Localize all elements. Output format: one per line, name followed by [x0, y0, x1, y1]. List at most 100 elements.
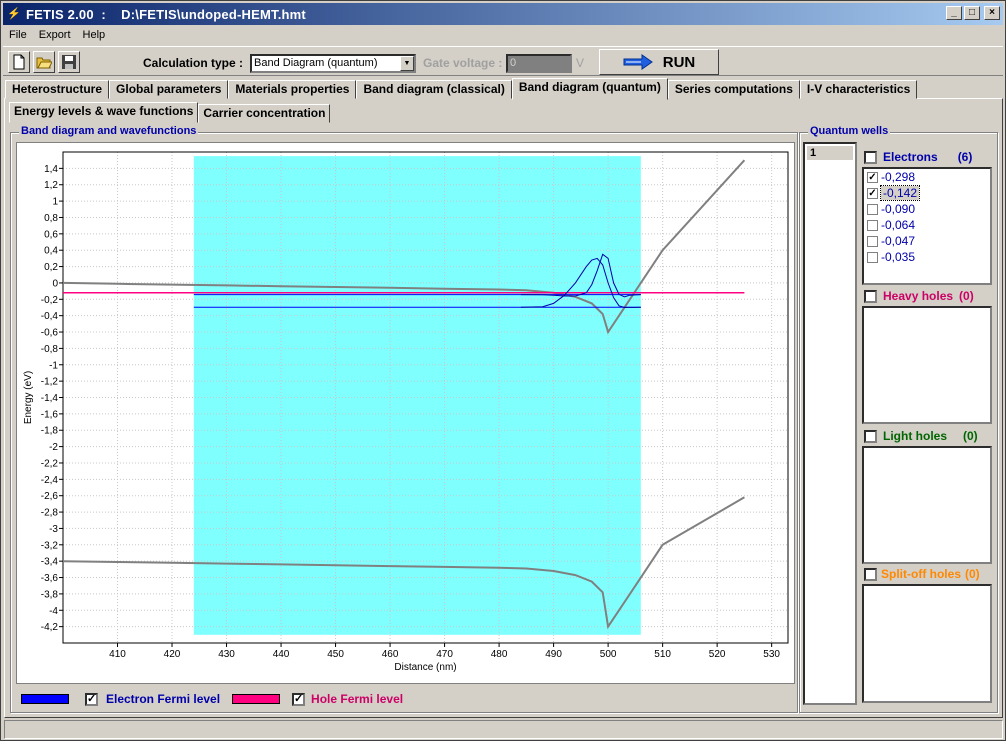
electrons-checkbox[interactable]	[864, 150, 877, 164]
save-button[interactable]	[58, 51, 80, 73]
heavy-holes-list	[862, 306, 992, 424]
menu-bar: File Export Help	[3, 26, 111, 44]
y-tick-label: -4	[49, 606, 58, 617]
y-tick-label: -3	[49, 524, 58, 535]
status-bar	[4, 720, 1003, 739]
electron-level-row[interactable]: -0,047	[864, 233, 990, 249]
y-tick-label: 1	[52, 197, 58, 208]
split-off-holes-section: Split-off holes (0)	[862, 564, 992, 703]
tab-energy-levels[interactable]: Energy levels & wave functions	[9, 102, 199, 123]
y-tick-label: 0,6	[44, 229, 58, 240]
tab-band-diagram-classical[interactable]: Band diagram (classical)	[356, 80, 512, 99]
light-holes-section: Light holes (0)	[862, 426, 992, 564]
y-tick-label: -2	[49, 442, 58, 453]
x-tick-label: 530	[763, 649, 780, 660]
electron-level-row[interactable]: ✓ -0,142	[864, 185, 990, 201]
sub-tabs: Energy levels & wave functions Carrier c…	[9, 102, 331, 123]
tab-carrier-concentration[interactable]: Carrier concentration	[198, 104, 331, 123]
split-off-holes-checkbox[interactable]	[864, 567, 877, 581]
tab-materials-properties[interactable]: Materials properties	[228, 80, 357, 99]
chevron-down-icon[interactable]: ▼	[400, 56, 414, 71]
light-holes-checkbox[interactable]	[864, 429, 877, 443]
electron-level-row[interactable]: -0,064	[864, 217, 990, 233]
electron-fermi-checkbox[interactable]: ✓	[85, 692, 98, 706]
run-button[interactable]: RUN	[599, 49, 719, 75]
main-tabs: Heterostructure Global parameters Materi…	[5, 78, 918, 100]
y-tick-label: -3,6	[41, 573, 59, 584]
x-tick-label: 450	[327, 649, 344, 660]
level-checkbox[interactable]	[867, 203, 878, 215]
level-checkbox[interactable]	[867, 235, 878, 247]
calculation-type-value: Band Diagram (quantum)	[254, 57, 378, 69]
y-tick-label: -2,8	[41, 508, 59, 519]
y-tick-label: -2,4	[41, 475, 59, 486]
electron-level-row[interactable]: -0,090	[864, 201, 990, 217]
y-tick-label: 0	[52, 278, 58, 289]
menu-help[interactable]: Help	[77, 29, 112, 41]
title-bar: ⚡ FETIS 2.00 : D:\FETIS\undoped-HEMT.hmt…	[3, 3, 1003, 25]
electron-levels-list: ✓ -0,298 ✓ -0,142 -0,090 -0,064 -0,047 -0,…	[862, 167, 992, 285]
calculation-type-label: Calculation type :	[143, 56, 244, 70]
y-tick-label: -4,2	[41, 622, 59, 633]
x-tick-label: 470	[436, 649, 453, 660]
level-checkbox[interactable]	[867, 219, 878, 231]
maximize-button[interactable]: □	[964, 6, 980, 20]
split-off-holes-label: Split-off holes	[881, 567, 961, 581]
electrons-label: Electrons	[883, 150, 938, 164]
level-checkbox[interactable]	[867, 251, 878, 263]
hole-fermi-checkbox[interactable]: ✓	[292, 692, 306, 706]
x-tick-label: 480	[491, 649, 508, 660]
light-holes-list	[862, 446, 992, 564]
new-file-button[interactable]	[8, 51, 30, 73]
x-tick-label: 490	[545, 649, 562, 660]
electron-fermi-label: Electron Fermi level	[106, 692, 221, 706]
band-diagram-group-title: Band diagram and wavefunctions	[19, 125, 199, 137]
gate-voltage-input[interactable]: 0	[506, 54, 572, 73]
chart-panel: 410 420 430 440 450 460 470 480 490 500 510 520 530 1…	[16, 142, 795, 684]
menu-file[interactable]: File	[3, 29, 33, 41]
toolbar: Calculation type : Band Diagram (quantum…	[3, 46, 1003, 76]
hole-fermi-label: Hole Fermi level	[311, 692, 404, 706]
open-file-button[interactable]	[33, 51, 55, 73]
split-off-holes-list	[862, 584, 992, 703]
electron-level-row[interactable]: -0,035	[864, 249, 990, 265]
level-value: -0,047	[881, 234, 916, 248]
well-region	[193, 156, 641, 635]
y-tick-label: -3,4	[41, 557, 59, 568]
tab-global-parameters[interactable]: Global parameters	[109, 80, 229, 99]
menu-export[interactable]: Export	[33, 29, 77, 41]
y-tick-label: 0,4	[44, 246, 58, 257]
electron-level-row[interactable]: ✓ -0,298	[864, 169, 990, 185]
level-checkbox[interactable]: ✓	[867, 171, 878, 183]
save-disk-icon	[62, 55, 76, 69]
close-button[interactable]: ×	[984, 6, 1000, 20]
y-tick-label: -1,2	[41, 377, 59, 388]
y-axis-label: Energy (eV)	[23, 371, 34, 424]
calculation-type-select[interactable]: Band Diagram (quantum) ▼	[250, 54, 416, 73]
x-tick-label: 430	[218, 649, 235, 660]
level-checkbox[interactable]: ✓	[867, 187, 878, 199]
tab-series-computations[interactable]: Series computations	[667, 80, 800, 99]
electrons-section: Electrons (6) ✓ -0,298 ✓ -0,142 -0,090 -0,…	[862, 147, 992, 285]
y-tick-label: -1,4	[41, 393, 59, 404]
tab-iv-characteristics[interactable]: I-V characteristics	[799, 80, 918, 99]
gate-voltage-label: Gate voltage :	[423, 56, 503, 70]
tab-band-diagram-quantum[interactable]: Band diagram (quantum)	[511, 78, 668, 100]
y-tick-label: -3,8	[41, 589, 59, 600]
electron-fermi-swatch	[21, 694, 69, 704]
x-axis-label: Distance (nm)	[394, 662, 456, 673]
heavy-holes-label: Heavy holes	[883, 289, 954, 303]
new-file-icon	[13, 54, 25, 70]
minimize-button[interactable]: _	[946, 6, 962, 20]
open-folder-icon	[36, 57, 52, 69]
tab-heterostructure[interactable]: Heterostructure	[5, 80, 110, 99]
arrow-right-icon	[623, 54, 653, 70]
y-tick-label: -0,6	[41, 328, 59, 339]
heavy-holes-checkbox[interactable]	[864, 289, 877, 303]
quantum-well-item[interactable]: 1	[807, 146, 853, 160]
fermi-legend: ✓ Electron Fermi level ✓ Hole Fermi leve…	[15, 687, 795, 711]
x-tick-label: 500	[600, 649, 617, 660]
y-tick-label: -0,8	[41, 344, 59, 355]
y-tick-label: -0,2	[41, 295, 59, 306]
quantum-wells-list[interactable]: 1	[803, 142, 857, 705]
